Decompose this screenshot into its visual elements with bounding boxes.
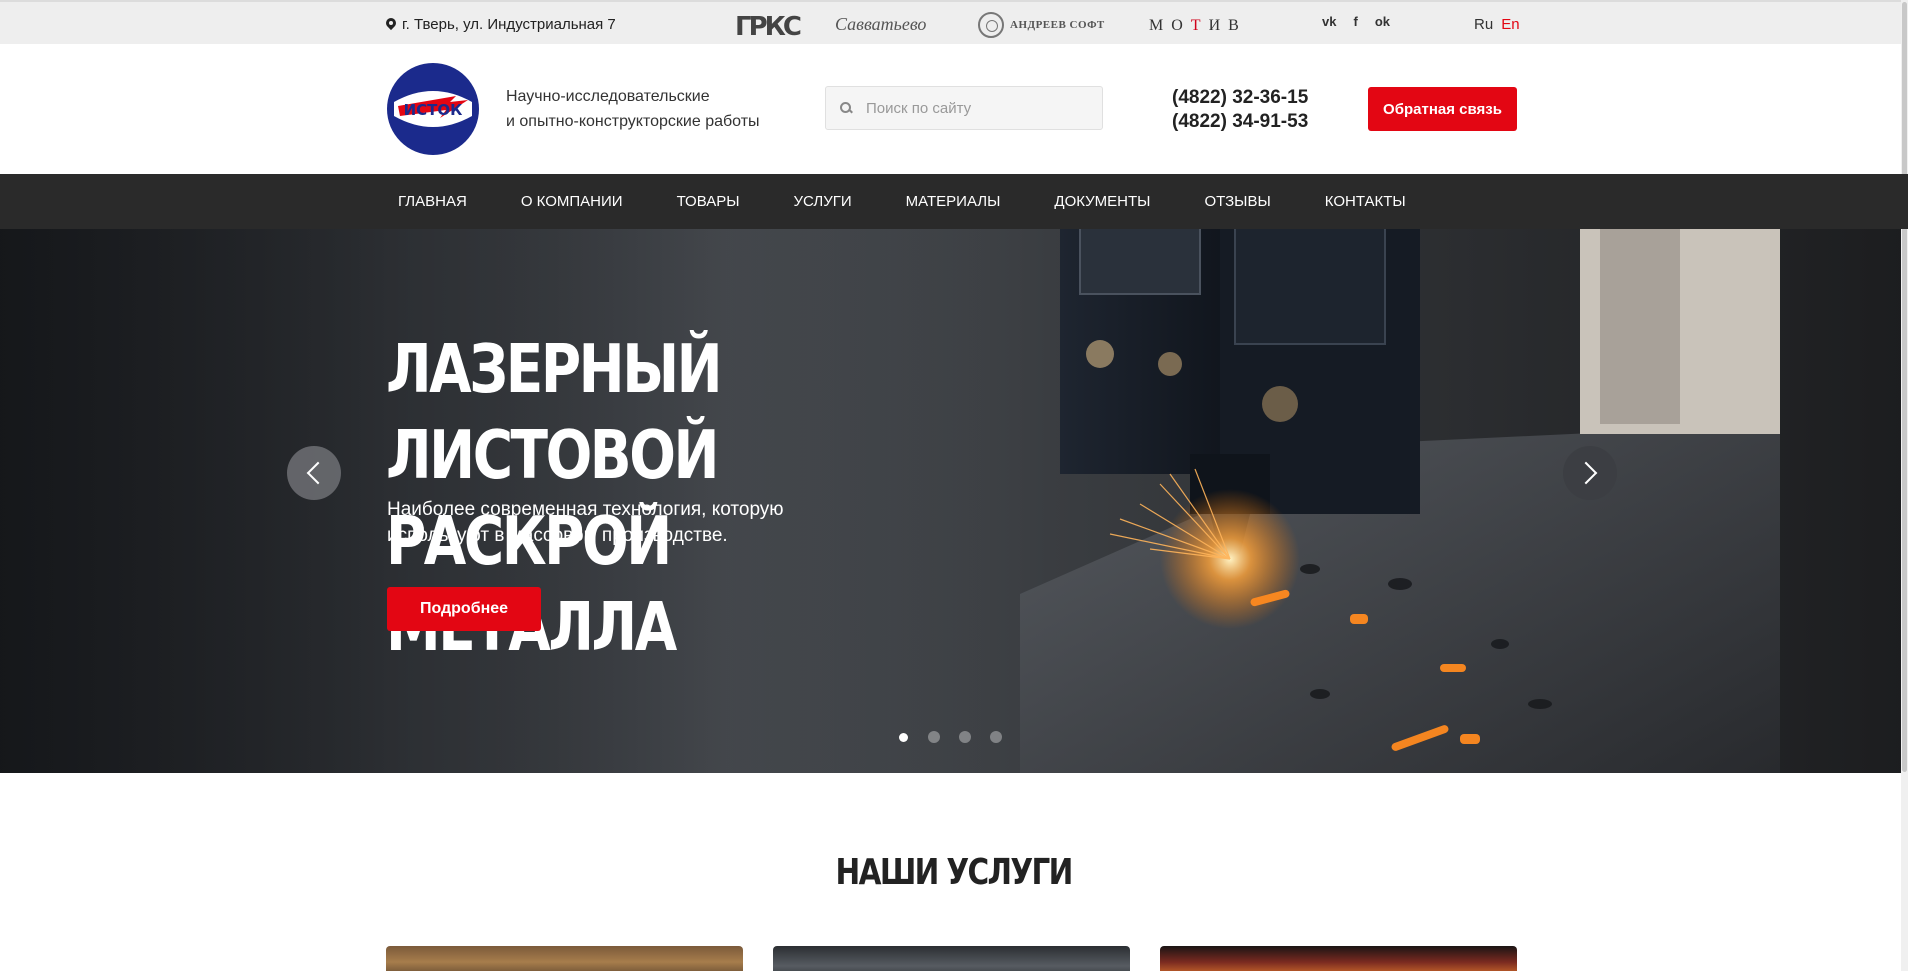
odnoklassniki-icon[interactable]: ok [1375,14,1390,29]
hero-title-line-1: Лазерный листовой [386,330,723,494]
search-box [825,86,1103,130]
page-scrollbar[interactable] [1901,0,1908,971]
chevron-right-icon [1574,461,1598,485]
hero-subtitle-line-1: Наиболее современная технология, которую [387,499,784,520]
company-tagline: Научно-исследовательские и опытно-констр… [506,84,760,134]
lang-en[interactable]: En [1501,16,1519,33]
vk-icon[interactable]: vk [1322,14,1336,29]
seal-icon [978,12,1004,38]
tagline-line-2: и опытно-конструкторские работы [506,113,760,130]
nav-item-reviews[interactable]: ОТЗЫВЫ [1204,193,1270,210]
hero-subtitle: Наиболее современная технология, которую… [387,497,807,549]
logo-text: ИСТОК [404,101,464,119]
partner-logo-savvatyevo[interactable]: Савватьево [835,14,926,35]
main-nav: ГЛАВНАЯ О КОМПАНИИ ТОВАРЫ УСЛУГИ МАТЕРИА… [0,174,1908,229]
nav-list: ГЛАВНАЯ О КОМПАНИИ ТОВАРЫ УСЛУГИ МАТЕРИА… [398,174,1460,229]
service-card[interactable] [1160,946,1517,971]
partner-logo-rks[interactable]: ГРКС [735,12,802,42]
nav-item-materials[interactable]: МАТЕРИАЛЫ [906,193,1001,210]
chevron-left-icon [306,461,330,485]
nav-item-about[interactable]: О КОМПАНИИ [521,193,623,210]
search-icon[interactable] [840,102,852,114]
slider-dot-4[interactable] [990,731,1002,743]
nav-item-products[interactable]: ТОВАРЫ [677,193,740,210]
company-logo[interactable]: ИСТОК [386,62,480,156]
site-header: ИСТОК Научно-исследовательские и опытно-… [0,44,1908,174]
slider-prev-button[interactable] [287,446,341,500]
hero-more-button[interactable]: Подробнее [387,587,541,631]
partner-andreev-text: АНДРЕЕВ СОФТ [1010,19,1105,31]
hero-subtitle-line-2: используют в массовом производстве. [387,525,728,546]
nav-item-home[interactable]: ГЛАВНАЯ [398,193,467,210]
nav-item-services[interactable]: УСЛУГИ [794,193,852,210]
services-cards [386,946,1517,971]
scrollbar-thumb[interactable] [1902,2,1907,772]
service-card[interactable] [773,946,1130,971]
partner-logo-motiv[interactable]: МОТИВ [1149,17,1247,35]
slider-dot-1[interactable] [898,732,908,742]
address: г. Тверь, ул. Индустриальная 7 [386,16,616,33]
phone-2[interactable]: (4822) 34-91-53 [1172,110,1308,134]
feedback-button[interactable]: Обратная связь [1368,87,1517,131]
location-pin-icon [386,18,396,32]
top-bar: г. Тверь, ул. Индустриальная 7 ГРКС Савв… [0,0,1908,44]
phone-1[interactable]: (4822) 32-36-15 [1172,86,1308,110]
nav-item-contacts[interactable]: КОНТАКТЫ [1325,193,1406,210]
social-links: vk f ok [1322,14,1390,29]
slider-dots [897,731,1002,743]
tagline-line-1: Научно-исследовательские [506,88,710,105]
motiv-part-b: ИВ [1208,17,1247,34]
services-title: Наши услуги [835,852,1074,893]
lang-ru[interactable]: Ru [1474,16,1493,33]
search-input[interactable] [866,99,1086,117]
page: г. Тверь, ул. Индустриальная 7 ГРКС Савв… [0,0,1908,971]
motiv-part-t: Т [1190,17,1209,34]
motiv-part-a: МО [1149,17,1191,34]
laser-cutter-image [1020,174,1780,773]
slider-dot-2[interactable] [928,731,940,743]
nav-item-documents[interactable]: ДОКУМЕНТЫ [1054,193,1150,210]
service-card[interactable] [386,946,743,971]
phone-numbers: (4822) 32-36-15 (4822) 34-91-53 [1172,86,1308,134]
slider-next-button[interactable] [1563,446,1617,500]
language-switcher: Ru En [1474,16,1520,33]
partner-logo-andreev-soft[interactable]: АНДРЕЕВ СОФТ [978,12,1105,38]
facebook-icon[interactable]: f [1353,14,1357,29]
address-text: г. Тверь, ул. Индустриальная 7 [402,16,616,33]
slider-dot-3[interactable] [959,731,971,743]
